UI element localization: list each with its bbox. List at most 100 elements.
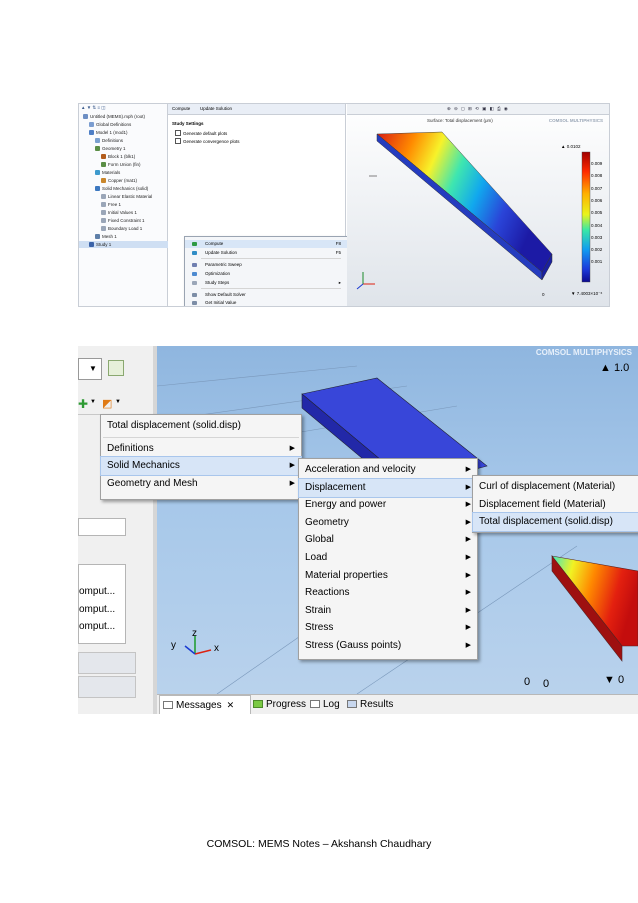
plot-icon[interactable] [108,360,124,376]
context-menu-item[interactable]: Study Steps ▸ [185,279,347,287]
menu-item-label: Stress (Gauss points) [305,640,402,651]
tree-item[interactable]: Study 1 [79,241,177,248]
tree-item[interactable]: Definitions [79,137,123,144]
tab-progress[interactable]: Progress [253,695,306,714]
tree-item[interactable]: Free 1 [79,201,121,208]
tree-item[interactable]: Materials [79,169,120,176]
tree-node-icon [101,210,106,215]
menu-item[interactable]: Reactions ▶ [299,584,477,602]
tree-node-icon [89,122,94,127]
tree-item-label: Form Union (fin) [108,162,141,167]
colorbar-tick-label: 0.001 [591,259,603,265]
list-item[interactable]: omput... [79,603,123,617]
tree-node-icon [101,202,106,207]
tree-item[interactable]: Geometry 1 [79,145,126,152]
chevron-down-icon[interactable]: ▼ [90,399,96,405]
menu-item[interactable]: Displacement ▶ [298,477,478,498]
menu-item-label: Reactions [305,587,350,599]
menu-item[interactable]: Solid Mechanics ▶ [100,456,302,477]
menu-item[interactable]: Acceleration and velocity ▶ [299,461,477,479]
menu-item-icon [192,263,197,267]
tree-item[interactable]: Form Union (fin) [79,161,141,168]
tab-update-solution[interactable]: Update Solution [200,106,232,112]
submenu-arrow-icon: ▶ [465,466,471,473]
menu-item[interactable]: Stress ▶ [299,619,477,637]
option-convergence-plots[interactable]: Generate convergence plots [175,138,240,145]
bottom-tab-bar: Messages ✕ Progress Log Results [157,694,638,714]
menu-item[interactable]: Geometry ▶ [299,514,477,532]
menu-item[interactable]: Curl of displacement (Material) [473,478,638,496]
tree-item[interactable]: Fixed Constraint 1 [79,217,145,224]
menu-item-label: Energy and power [305,499,387,511]
tab-log[interactable]: Log [310,695,340,714]
tree-item-label: Block 1 (blk1) [108,154,136,159]
text-field[interactable] [78,518,126,536]
tree-item[interactable]: Mesh 1 [79,233,117,240]
plot-add-icon[interactable]: ◩ [102,397,112,410]
menu-item[interactable]: Definitions ▶ [101,440,301,458]
shortcut-label: F5 [335,250,341,255]
beam-deformed-top [551,555,638,647]
tree-item-label: Initial Values 1 [108,210,137,215]
menu-item-label: Displacement field (Material) [479,498,606,510]
colorbar-max-label: ▲ 0.0102 [561,144,581,149]
context-menu-label: Update Solution [205,250,238,255]
tree-item-label: Materials [102,170,121,175]
menu-item[interactable]: Load ▶ [299,549,477,567]
settings-toolbar: Compute Update Solution [168,104,345,115]
list-item[interactable]: omput... [79,620,123,634]
tab-messages[interactable]: Messages ✕ [163,695,234,714]
chevron-down-icon[interactable]: ▼ [115,399,121,405]
tree-item-label: Untitled (MEMS).mph (root) [90,114,146,119]
menu-item[interactable]: Energy and power ▶ [299,496,477,514]
context-menu-item[interactable]: Update Solution F5 [185,249,347,257]
option-default-plots[interactable]: Generate default plots [175,130,227,137]
menu-item-label: Solid Mechanics [107,460,180,472]
tree-item[interactable]: Initial Values 1 [79,209,137,216]
close-icon[interactable]: ✕ [227,700,235,710]
menu-item[interactable]: Global ▶ [299,531,477,549]
tab-results[interactable]: Results [347,695,393,714]
tree-item[interactable]: Global Definitions [79,121,131,128]
context-menu-item[interactable]: Show Default Solver [185,291,347,299]
tree-node-icon [101,154,106,159]
menu-item[interactable]: Displacement field (Material) [473,496,638,514]
tree-item[interactable]: Linear Elastic Material [79,193,152,200]
add-icon[interactable]: ✚ [78,397,88,411]
messages-icon [163,701,173,709]
context-menu-item[interactable]: Optimization [185,270,347,278]
menu-item[interactable]: Total displacement (solid.disp) [472,512,638,533]
tree-node-icon [101,226,106,231]
context-menu-label: Optimization [205,271,231,276]
menu-item[interactable]: Stress (Gauss points) ▶ [299,637,477,655]
tree-item[interactable]: Solid Mechanics (solid) [79,185,148,192]
list-item[interactable]: omput... [79,585,123,599]
context-menu-item[interactable]: Compute F8 [185,240,347,248]
tree-item[interactable]: Untitled (MEMS).mph (root) [79,113,145,120]
section-header[interactable] [78,676,136,698]
checkbox-icon[interactable] [175,138,181,144]
context-menu-item[interactable]: Get Initial Value [185,299,347,306]
submenu-arrow-icon: ▶ [289,479,295,487]
menu-item-icon [192,242,197,246]
tree-node-icon [83,114,88,119]
tree-item[interactable]: Block 1 (blk1) [79,153,135,160]
tree-item[interactable]: Boundary Load 1 [79,225,142,232]
tree-item[interactable]: Copper (mat1) [79,177,137,184]
menu-item[interactable]: Material properties ▶ [299,567,477,585]
axis-tick-label: 0 [543,678,550,690]
menu-item[interactable]: Total displacement (solid.disp) [101,417,301,435]
tab-compute[interactable]: Compute [172,106,190,112]
tree-item-label: Fixed Constraint 1 [108,218,145,223]
submenu-arrow-icon: ▶ [465,606,471,614]
colorbar-tick-label: 0.002 [591,247,603,253]
tree-item-label: Boundary Load 1 [108,226,143,231]
tree-item[interactable]: Model 1 (mod1) [79,129,128,136]
menu-item-label: Material properties [305,569,388,581]
dropdown[interactable]: ▼ [78,358,102,380]
menu-item[interactable]: Geometry and Mesh ▶ [101,475,301,493]
checkbox-icon[interactable] [175,130,181,136]
section-header[interactable] [78,652,136,674]
menu-item[interactable]: Strain ▶ [299,602,477,620]
context-menu-item[interactable]: Parametric Sweep [185,261,347,269]
